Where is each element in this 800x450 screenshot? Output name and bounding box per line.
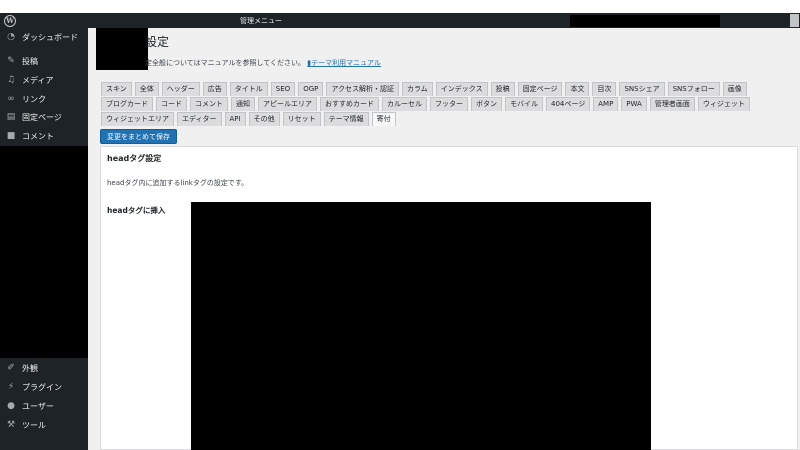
sidebar-item-label: プラグイン	[22, 382, 62, 392]
settings-tab[interactable]: SNSフォロー	[667, 82, 720, 96]
settings-tab[interactable]: 全体	[134, 82, 159, 96]
tab-row: ブログカード コード コメント 通知 アピールエリア おすすめカード カルーセル フッター ボタ…	[101, 97, 791, 112]
settings-tab[interactable]: 寄付	[371, 112, 396, 126]
sidebar-item-label: メディア	[22, 75, 54, 85]
page-icon: ▤	[6, 112, 16, 122]
head-insert-textarea[interactable]	[191, 202, 651, 450]
head-insert-label: headタグに挿入	[107, 206, 166, 215]
settings-tab[interactable]: フッター	[430, 97, 468, 111]
page-title: 設定	[145, 35, 170, 49]
sidebar-item-users[interactable]: ● ユーザー	[0, 397, 88, 415]
settings-tab[interactable]: コメント	[190, 97, 228, 111]
settings-tab[interactable]: ボタン	[471, 97, 502, 111]
settings-tab[interactable]: 投稿	[490, 82, 515, 96]
settings-tab[interactable]: その他	[248, 112, 280, 126]
admin-bar: W 管理メニュー	[0, 0, 800, 30]
sidebar-item-plugins[interactable]: ⚡ プラグイン	[0, 378, 88, 396]
comment-icon: ■	[6, 131, 16, 141]
settings-tab[interactable]: 404ページ	[546, 97, 591, 111]
brush-icon: ✐	[7, 363, 15, 373]
dashboard-icon: ◔	[7, 32, 15, 42]
settings-tab[interactable]: アピールエリア	[258, 97, 317, 111]
panel-title: headタグ設定	[107, 154, 162, 163]
link-icon: ∞	[7, 94, 15, 104]
sidebar-item-label: ユーザー	[22, 401, 54, 411]
manual-link-label: テーマ利用マニュアル	[311, 59, 381, 67]
settings-tab[interactable]: スキン	[101, 82, 132, 96]
settings-panel: headタグ設定 headタグ内に追加するlinkタグの設定です。 headタグ…	[100, 146, 798, 450]
save-all-button[interactable]: 変更をまとめて保存	[100, 129, 177, 144]
settings-tab[interactable]: カラム	[402, 82, 433, 96]
settings-tab[interactable]: おすすめカード	[320, 97, 379, 111]
pin-icon: ✎	[7, 56, 15, 66]
settings-tab[interactable]: OGP	[298, 82, 324, 96]
settings-tabs: スキン 全体 ヘッダー 広告 タイトル SEO OGP アクセス解析・認証 カラム インデックス投…	[101, 82, 791, 127]
sidebar-item-label: リンク	[22, 94, 46, 104]
sidebar-item-label: 固定ページ	[22, 112, 62, 122]
media-icon: ♫	[6, 75, 16, 85]
manual-link[interactable]: ▮テーマ利用マニュアル	[307, 59, 381, 67]
settings-tab[interactable]: API	[224, 112, 246, 126]
admin-bar-account[interactable]	[731, 15, 785, 27]
plugin-icon: ⚡	[7, 382, 15, 392]
settings-tab[interactable]: エディター	[177, 112, 222, 126]
sidebar-item-links[interactable]: ∞ リンク	[0, 90, 88, 108]
wordpress-logo-icon[interactable]: W	[4, 15, 16, 27]
sidebar-item-tools[interactable]: ⚒ ツール	[0, 416, 88, 434]
tab-row: ウィジェットエリア エディター API その他 リセット テーマ情報 寄付	[101, 112, 791, 127]
settings-tab[interactable]: AMP	[593, 97, 619, 111]
settings-tab[interactable]: ウィジェット	[697, 97, 750, 111]
user-icon: ●	[7, 401, 15, 411]
sidebar-item-comments[interactable]: ■ コメント	[0, 127, 88, 145]
settings-tab[interactable]: ウィジェットエリア	[101, 112, 174, 126]
sidebar-menu-bottom: ✐ 外観 ⚡ プラグイン ● ユーザー ⚒ ツール	[0, 358, 88, 450]
settings-tab[interactable]: ヘッダー	[161, 82, 200, 96]
settings-tab[interactable]: 画像	[722, 82, 747, 96]
settings-tab[interactable]: 広告	[202, 82, 227, 96]
settings-tab[interactable]: 通知	[231, 97, 255, 111]
admin-bar-title[interactable]: 管理メニュー	[240, 16, 282, 26]
sidebar-item-label: 外観	[22, 363, 38, 373]
settings-tab[interactable]: カルーセル	[382, 97, 427, 111]
settings-tab[interactable]: ブログカード	[101, 97, 153, 111]
settings-tab[interactable]: 管理者画面	[649, 97, 695, 111]
sidebar-item-label: コメント	[22, 131, 54, 141]
intro-label: 定全般についてはマニュアルを参照してください。	[145, 59, 306, 67]
settings-tab[interactable]: タイトル	[229, 82, 268, 96]
redacted-area	[570, 15, 720, 27]
sidebar-item-label: ダッシュボード	[22, 32, 78, 42]
admin-bar-scrollbar	[790, 14, 799, 27]
sidebar-item-appearance[interactable]: ✐ 外観	[0, 359, 88, 377]
sidebar-item-label: 投稿	[22, 56, 38, 66]
settings-tab[interactable]: テーマ情報	[323, 112, 369, 126]
admin-sidebar: ◔ ダッシュボード ✎ 投稿 ♫ メディア ∞ リンク ▤ 固定ページ ■ コメ…	[0, 28, 88, 450]
settings-tab[interactable]: モバイル	[505, 97, 543, 111]
settings-tab[interactable]: リセット	[282, 112, 321, 126]
wrench-icon: ⚒	[6, 420, 16, 430]
tab-row: スキン 全体 ヘッダー 広告 タイトル SEO OGP アクセス解析・認証 カラム インデックス投…	[101, 82, 791, 97]
main-content: 設定 定全般についてはマニュアルを参照してください。 ▮テーマ利用マニュアル ス…	[88, 28, 800, 450]
settings-tab[interactable]: SNSシェア	[619, 82, 665, 96]
settings-tab[interactable]: PWA	[621, 97, 647, 111]
panel-description: headタグ内に追加するlinkタグの設定です。	[107, 179, 249, 187]
settings-tab[interactable]: 目次	[592, 82, 617, 96]
settings-tab[interactable]: SEO	[270, 82, 296, 96]
sidebar-item-media[interactable]: ♫ メディア	[0, 71, 88, 89]
intro-text: 定全般についてはマニュアルを参照してください。 ▮テーマ利用マニュアル	[145, 58, 381, 68]
redacted-area	[96, 28, 148, 70]
sidebar-item-posts[interactable]: ✎ 投稿	[0, 52, 88, 70]
sidebar-item-pages[interactable]: ▤ 固定ページ	[0, 108, 88, 126]
sidebar-item-dashboard[interactable]: ◔ ダッシュボード	[0, 28, 88, 46]
settings-tab[interactable]: コード	[156, 97, 187, 111]
settings-tab[interactable]: 固定ページ	[517, 82, 563, 96]
sidebar-item-label: ツール	[22, 420, 46, 430]
settings-tab[interactable]: アクセス解析・認証	[326, 82, 399, 96]
sidebar-menu-top: ◔ ダッシュボード ✎ 投稿 ♫ メディア ∞ リンク ▤ 固定ページ ■ コメ…	[0, 28, 88, 146]
settings-tab[interactable]: インデックス	[435, 82, 488, 96]
settings-tab[interactable]: 本文	[565, 82, 590, 96]
